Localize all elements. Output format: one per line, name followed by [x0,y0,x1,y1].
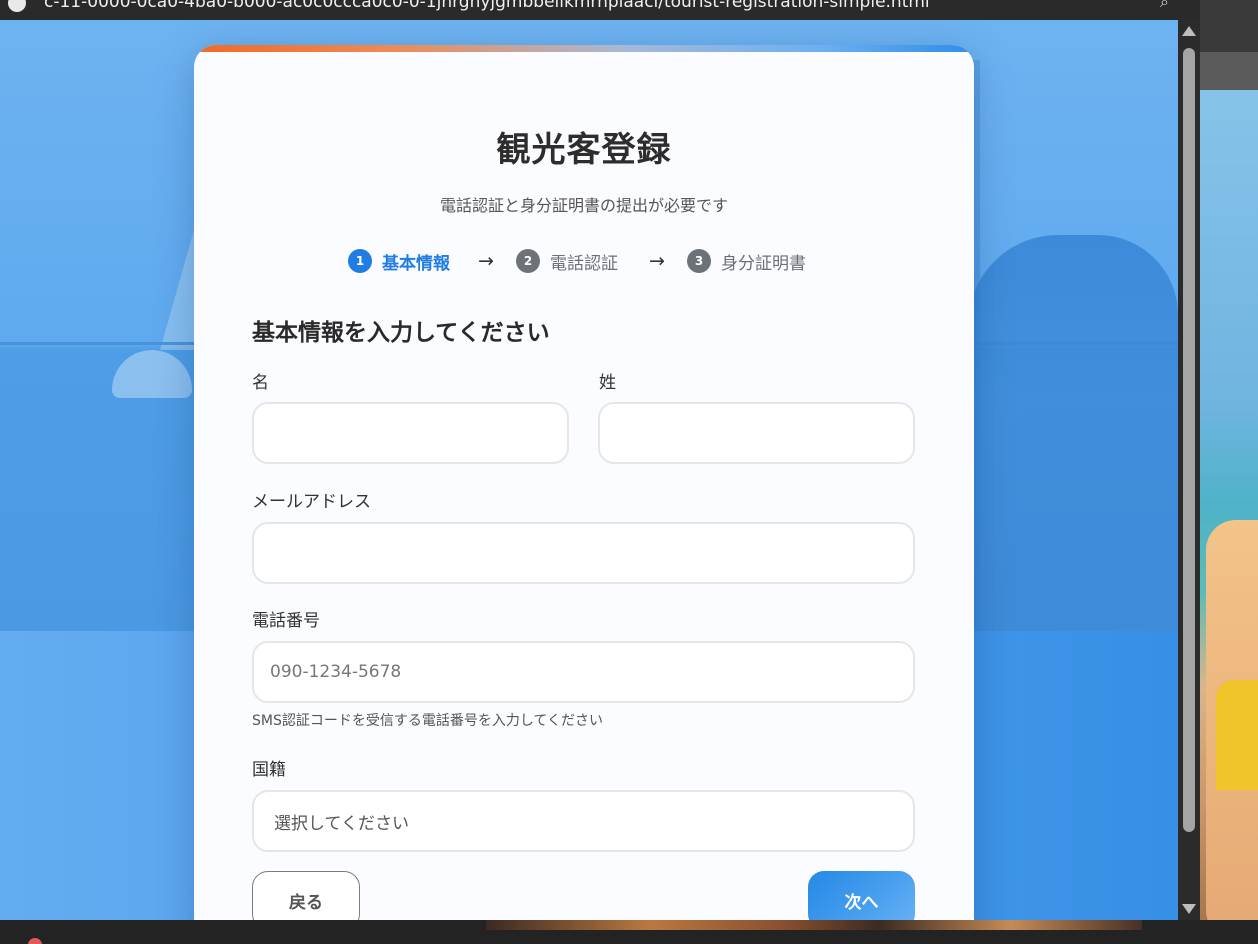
step-indicator: 1 基本情報 → 2 電話認証 → 3 身分証明書 [194,248,974,274]
nationality-label: 国籍 [252,760,286,780]
phone-label: 電話番号 [252,611,320,631]
first-name-field[interactable] [252,402,569,464]
first-name-label: 名 [252,373,269,393]
last-name-field[interactable] [598,402,915,464]
sail-shape [160,230,194,350]
browser-address-bar: c-11-0000-0ca0-4ba0-b000-ac0c0ccca0c0-0-… [0,0,1200,20]
nationality-selected-value: 選択してください [274,813,409,834]
taskbar [0,920,1258,944]
back-button[interactable]: 戻る [252,871,360,920]
phone-placeholder: 090-1234-5678 [270,662,402,682]
taskbar-thumbnail [486,920,1142,930]
email-field[interactable] [252,522,915,584]
step-label: 電話認証 [550,253,618,274]
vertical-scrollbar[interactable] [1178,20,1200,920]
card-accent-bar [194,45,974,52]
beach-photo [1200,90,1258,920]
scroll-up-icon[interactable] [1182,26,1196,36]
next-button[interactable]: 次へ [808,871,915,920]
step-phone-verification: 2 電話認証 [516,248,618,274]
scroll-down-icon[interactable] [1182,904,1196,914]
email-label: メールアドレス [252,492,371,512]
page-viewport: 観光客登録 電話認証と身分証明書の提出が必要です 1 基本情報 → 2 電話認証… [0,20,1178,920]
registration-card: 観光客登録 電話認証と身分証明書の提出が必要です 1 基本情報 → 2 電話認証… [194,45,974,920]
step-label: 基本情報 [382,253,450,274]
section-title: 基本情報を入力してください [252,320,550,346]
swimsuit-shape [1216,680,1258,790]
step-number: 1 [348,249,372,273]
phone-field[interactable]: 090-1234-5678 [252,641,915,703]
phone-help-text: SMS認証コードを受信する電話番号を入力してください [252,713,604,729]
step-label: 身分証明書 [721,253,806,274]
person-silhouette [968,235,1178,631]
last-name-label: 姓 [599,373,616,393]
boat-shape [112,350,192,398]
adjacent-window-toolbar [1200,52,1258,92]
page-title: 観光客登録 [496,130,672,170]
step-number: 2 [516,249,540,273]
step-arrow-icon: → [649,250,665,272]
site-info-icon[interactable] [8,0,26,12]
nationality-select[interactable]: 選択してください [252,790,915,852]
page-subtitle: 電話認証と身分証明書の提出が必要です [439,196,728,215]
search-icon[interactable]: ⌕ [1160,0,1169,12]
taskbar-app-icon[interactable] [28,938,42,944]
step-number: 3 [687,249,711,273]
scrollbar-thumb[interactable] [1183,48,1195,832]
step-arrow-icon: → [478,250,494,272]
adjacent-window [1200,0,1258,920]
step-basic-info: 1 基本情報 [348,248,450,274]
step-id-document: 3 身分証明書 [687,248,806,274]
address-url[interactable]: c-11-0000-0ca0-4ba0-b000-ac0c0ccca0c0-0-… [44,0,930,12]
